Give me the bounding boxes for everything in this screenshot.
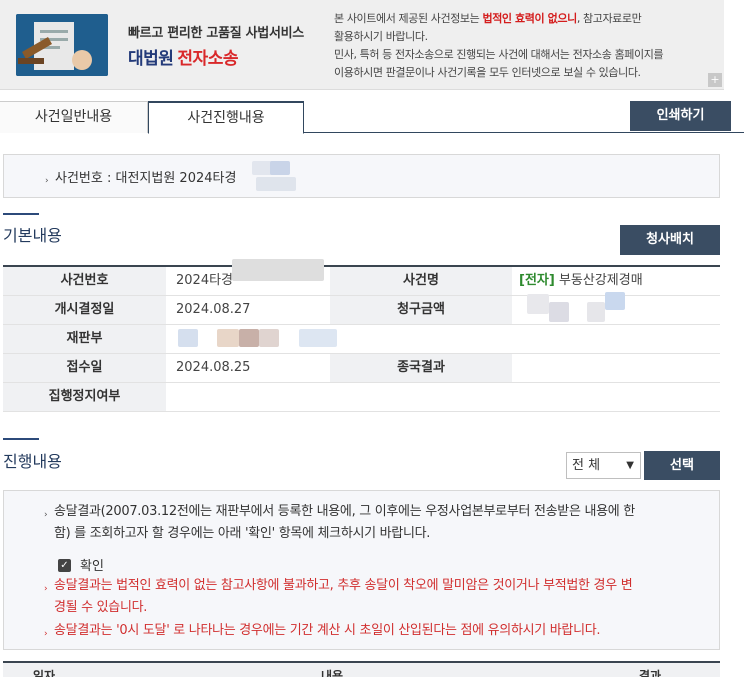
redacted-block — [178, 329, 198, 347]
confirm-checkbox-label[interactable]: 확인 — [80, 555, 104, 574]
table-header-cell: 재판부 — [3, 325, 166, 353]
case-name-value: 부동산강제경매 — [558, 273, 643, 288]
print-button[interactable]: 인쇄하기 — [630, 101, 731, 131]
basic-section-title: 기본내용 — [3, 226, 62, 245]
banner-text: 빠르고 편리한 고품질 사법서비스 대법원 전자소송 — [128, 22, 304, 69]
confirm-checkbox[interactable]: ✓ — [58, 559, 71, 572]
tab-progress[interactable]: 사건진행내용 — [148, 101, 304, 134]
table-header-cell: 접수일 — [3, 354, 166, 382]
top-banner: 빠르고 편리한 고품질 사법서비스 대법원 전자소송 본 사이트에서 제공된 사건… — [0, 0, 724, 90]
banner-expand-button[interactable]: + — [708, 73, 722, 87]
warning-text: 송달결과는 법적인 효력이 없는 참고사항에 불과하고, 추후 송달이 착오에 … — [54, 578, 633, 593]
redacted-block — [239, 329, 259, 347]
select-button[interactable]: 선택 — [644, 451, 720, 480]
table-cell: [전자] 부동산강제경매 — [519, 267, 643, 295]
table-header-cell: 집행정지여부 — [3, 383, 166, 411]
progress-section-title: 진행내용 — [3, 452, 62, 471]
progress-table-header: 일자 내용 결과 — [3, 661, 720, 677]
redacted-block — [270, 161, 290, 175]
redacted-block — [605, 292, 625, 310]
section-bar — [3, 213, 39, 215]
banner-title-court: 대법원 — [128, 49, 174, 69]
delivery-notice-box: › 송달결과(2007.03.12전에는 재판부에서 등록한 내용에, 그 이후… — [3, 490, 720, 650]
electronic-tag: [전자] — [519, 273, 555, 288]
table-cell: 2024타경 — [176, 273, 234, 288]
banner-notice: 본 사이트에서 제공된 사건정보는 법적인 효력이 없으니, 참고자료로만 활용… — [334, 10, 714, 82]
redacted-block — [587, 302, 605, 322]
case-number-box: › 사건번호 : 대전지법원 2024타경 — [3, 154, 720, 198]
table-row: 개시결정일 2024.08.27 청구금액 — [3, 292, 720, 325]
table-row: 집행정지여부 — [3, 383, 720, 412]
redacted-block — [259, 329, 279, 347]
tab-general[interactable]: 사건일반내용 — [0, 101, 148, 133]
redacted-block — [232, 259, 324, 281]
banner-title-ecourt: 전자소송 — [177, 49, 238, 69]
redacted-block — [299, 329, 337, 347]
table-header-cell: 종국결과 — [330, 354, 512, 382]
bullet-icon: › — [44, 629, 48, 639]
section-bar — [3, 438, 39, 440]
basic-info-table: 사건번호 2024타경 사건명 [전자] 부동산강제경매 개시결정일 2024.… — [3, 259, 720, 412]
bullet-icon: › — [45, 176, 49, 186]
table-cell: 2024.08.25 — [176, 360, 251, 375]
redacted-block — [527, 294, 549, 314]
redacted-block — [217, 329, 239, 347]
banner-logo-icon — [16, 14, 108, 76]
banner-title: 대법원 전자소송 — [128, 44, 304, 69]
court-assignment-button[interactable]: 청사배치 — [620, 225, 720, 255]
notice-text: 송달결과(2007.03.12전에는 재판부에서 등록한 내용에, 그 이후에는… — [54, 504, 635, 519]
table-header-cell: 개시결정일 — [3, 296, 166, 324]
column-header-content: 내용 — [321, 669, 344, 677]
column-header-result: 결과 — [639, 669, 662, 677]
bullet-icon: › — [44, 584, 48, 594]
banner-notice-text: 본 사이트에서 제공된 사건정보는 — [334, 12, 483, 25]
banner-subtitle: 빠르고 편리한 고품질 사법서비스 — [128, 26, 304, 41]
notice-text: 함) 를 조회하고자 할 경우에는 아래 '확인' 항목에 체크하시기 바랍니다… — [54, 526, 431, 541]
case-number-label: 사건번호 : 대전지법원 2024타경 — [55, 171, 237, 186]
column-header-date: 일자 — [33, 669, 56, 677]
progress-filter-value: 전 체 — [572, 458, 601, 473]
banner-notice-text: 이용하시면 판결문이나 사건기록을 모두 인터넷으로 보실 수 있습니다. — [334, 66, 641, 79]
table-header-cell: 청구금액 — [330, 296, 512, 324]
table-header-cell: 사건명 — [330, 267, 512, 295]
table-cell: 2024.08.27 — [176, 302, 251, 317]
table-row: 재판부 — [3, 325, 720, 354]
banner-notice-text: 활용하시기 바랍니다. — [334, 30, 428, 43]
progress-filter-select[interactable]: 전 체 ▼ — [566, 452, 641, 479]
banner-notice-warning: 법적인 효력이 없으니 — [482, 12, 577, 25]
table-row: 접수일 2024.08.25 종국결과 — [3, 354, 720, 383]
chevron-down-icon: ▼ — [626, 460, 634, 471]
banner-notice-text: , 참고자료로만 — [576, 12, 642, 25]
redacted-block — [549, 302, 569, 322]
warning-text: 송달결과는 '0시 도달' 로 나타나는 경우에는 기간 계산 시 초일이 산입… — [54, 623, 601, 638]
redacted-block — [256, 177, 296, 191]
warning-text: 경될 수 있습니다. — [54, 600, 148, 615]
table-header-cell: 사건번호 — [3, 267, 166, 295]
bullet-icon: › — [44, 510, 48, 520]
banner-notice-text: 민사, 특허 등 전자소송으로 진행되는 사건에 대해서는 전자소송 홈페이지를 — [334, 48, 664, 61]
